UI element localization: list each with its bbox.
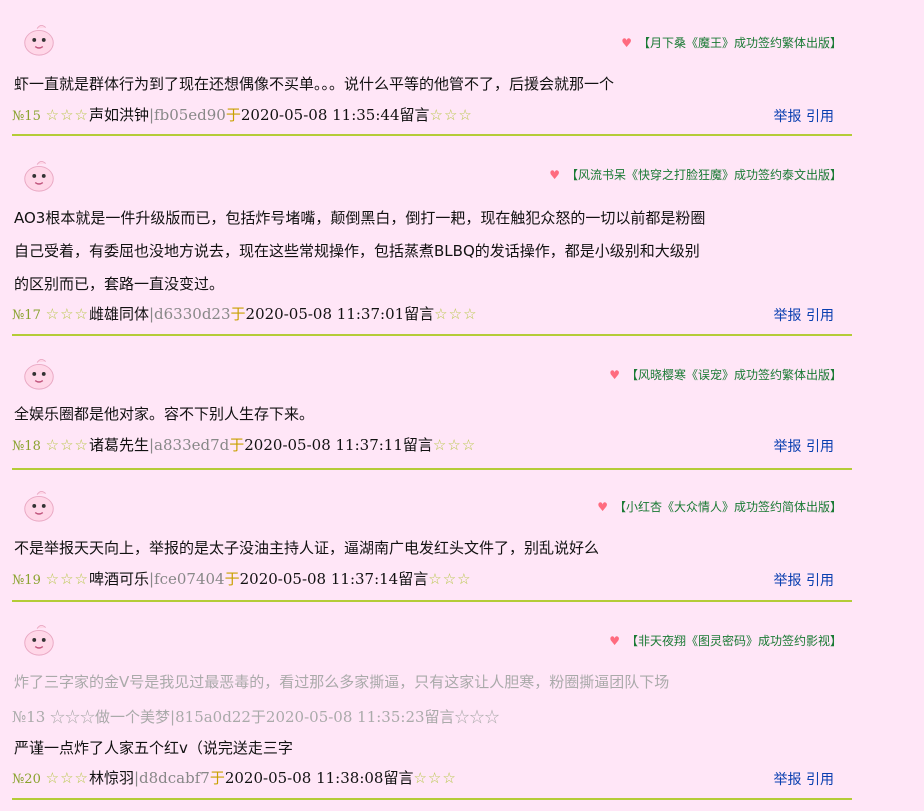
report-link[interactable]: 举报 [774, 308, 802, 324]
star-rating: ☆☆☆ [45, 305, 89, 323]
report-link[interactable]: 举报 [774, 109, 802, 125]
comment-meta: №19 ☆☆☆啤酒可乐|fce07404于2020-05-08 11:37:14… [12, 568, 472, 589]
comment-post: ♥ 【非天夜翔《图灵密码》成功签约影视】 炸了三字家的金V号是我见过最恶毒的，看过… [12, 602, 852, 800]
heart-icon: ♥ [597, 500, 608, 514]
author-name: 林惊羽 [88, 769, 134, 787]
star-rating: ☆☆☆ [434, 305, 478, 323]
liuyan-label: 留言 [404, 305, 435, 323]
author-name: 声如洪钟 [88, 106, 149, 124]
promo-link[interactable]: ♥ 【月下桑《魔王》成功签约繁体出版】 [621, 34, 842, 51]
report-link[interactable]: 举报 [774, 439, 802, 455]
comment-post: ♥ 【风晓樱寒《误宠》成功签约繁体出版】 全娱乐圈都是他对家。容不下别人生存下来。… [12, 336, 852, 470]
author-hash: |fb05ed90 [148, 106, 226, 124]
quote-link[interactable]: 引用 [806, 439, 834, 455]
yu-label: 于 [225, 106, 241, 124]
heart-icon: ♥ [621, 36, 632, 50]
floor-number: №20 [12, 772, 41, 787]
comment-meta: №15 ☆☆☆声如洪钟|fb05ed90于2020-05-08 11:35:44… [12, 104, 473, 125]
promo-link[interactable]: ♥ 【小红杏《大众情人》成功签约简体出版】 [597, 498, 842, 515]
quote-link[interactable]: 引用 [806, 573, 834, 589]
comment-text: 自己受着，有委屈也没地方说去，现在这些常规操作，包括蒸煮BLBQ的发话操作，都是… [14, 242, 700, 260]
timestamp: 2020-05-08 11:38:08 [224, 769, 384, 787]
floor-number: №19 [12, 573, 41, 588]
quoted-text: 炸了三字家的金V号是我见过最恶毒的，看过那么多家撕逼，只有这家让人胆寒，粉圈撕逼… [14, 673, 670, 691]
heart-icon: ♥ [549, 168, 560, 182]
quote-link[interactable]: 引用 [806, 308, 834, 324]
yu-label: 于 [229, 436, 245, 454]
avatar [24, 24, 54, 56]
heart-icon: ♥ [609, 634, 620, 648]
comment-actions: 举报 引用 [774, 436, 834, 456]
author-hash: |a833ed7d [148, 436, 230, 454]
author-name: 诸葛先生 [88, 436, 149, 454]
timestamp: 2020-05-08 11:37:01 [245, 305, 405, 323]
quote-link[interactable]: 引用 [806, 109, 834, 125]
comment-post: ♥ 【月下桑《魔王》成功签约繁体出版】 虾一直就是群体行为到了现在还想偶像不买单。… [12, 0, 852, 136]
comment-actions: 举报 引用 [774, 305, 834, 325]
floor-number: №15 [12, 109, 41, 124]
report-link[interactable]: 举报 [774, 573, 802, 589]
comment-actions: 举报 引用 [774, 106, 834, 126]
star-rating: ☆☆☆ [45, 570, 89, 588]
star-rating: ☆☆☆ [45, 769, 89, 787]
avatar [24, 490, 54, 522]
comment-actions: 举报 引用 [774, 769, 834, 789]
comment-text: 全娱乐圈都是他对家。容不下别人生存下来。 [14, 405, 315, 423]
timestamp: 2020-05-08 11:35:44 [240, 106, 400, 124]
avatar [24, 160, 54, 192]
yu-label: 于 [224, 570, 240, 588]
liuyan-label: 留言 [398, 570, 429, 588]
star-rating: ☆☆☆ [45, 106, 89, 124]
comment-post: ♥ 【小红杏《大众情人》成功签约简体出版】 不是举报天天向上，举报的是太子没油主持… [12, 470, 852, 602]
comment-text: 严谨一点炸了人家五个红v（说完送走三字 [14, 739, 293, 757]
star-rating: ☆☆☆ [432, 436, 477, 454]
comment-meta: №20 ☆☆☆林惊羽|d8dcabf7于2020-05-08 11:38:08留… [12, 767, 457, 788]
star-rating: ☆☆☆ [428, 570, 472, 588]
comment-text: 不是举报天天向上，举报的是太子没油主持人证，逼湖南广电发红头文件了，别乱说好么 [14, 539, 600, 557]
timestamp: 2020-05-08 11:37:14 [239, 570, 399, 588]
promo-link[interactable]: ♥ 【风流书呆《快穿之打脸狂魔》成功签约泰文出版】 [549, 166, 842, 183]
star-rating: ☆☆☆ [45, 436, 89, 454]
author-hash: |d8dcabf7 [133, 769, 210, 787]
report-link[interactable]: 举报 [774, 772, 802, 788]
author-hash: |d6330d23 [148, 305, 231, 323]
star-rating: ☆☆☆ [429, 106, 473, 124]
author-hash: |fce07404 [148, 570, 225, 588]
author-name: 啤酒可乐 [88, 570, 149, 588]
comment-text: 的区别而已，套路一直没变过。 [14, 275, 225, 293]
comment-meta: №17 ☆☆☆雌雄同体|d6330d23于2020-05-08 11:37:01… [12, 303, 478, 324]
liuyan-label: 留言 [399, 106, 430, 124]
quoted-meta: №13 ☆☆☆做一个美梦|815a0d22于2020-05-08 11:35:2… [12, 708, 500, 726]
floor-number: №18 [12, 439, 41, 454]
star-rating: ☆☆☆ [413, 769, 457, 787]
liuyan-label: 留言 [383, 769, 414, 787]
promo-link[interactable]: ♥ 【非天夜翔《图灵密码》成功签约影视】 [609, 632, 842, 649]
quote-link[interactable]: 引用 [806, 772, 834, 788]
heart-icon: ♥ [609, 368, 620, 382]
comment-text: 虾一直就是群体行为到了现在还想偶像不买单。。。说什么平等的他管不了，后援会就那一… [14, 75, 615, 93]
floor-number: №17 [12, 308, 41, 323]
author-name: 雌雄同体 [88, 305, 149, 323]
yu-label: 于 [209, 769, 225, 787]
comment-actions: 举报 引用 [774, 570, 834, 590]
yu-label: 于 [230, 305, 246, 323]
timestamp: 2020-05-08 11:37:11 [244, 436, 403, 454]
avatar [24, 624, 54, 656]
comment-meta: №18 ☆☆☆诸葛先生|a833ed7d于2020-05-08 11:37:11… [12, 434, 476, 455]
liuyan-label: 留言 [402, 436, 433, 454]
comment-post: ♥ 【风流书呆《快穿之打脸狂魔》成功签约泰文出版】 AO3根本就是一件升级版而已，… [12, 136, 852, 336]
comment-text: AO3根本就是一件升级版而已，包括炸号堵嘴，颠倒黑白，倒打一耙，现在触犯众怒的一… [14, 209, 706, 227]
avatar [24, 358, 54, 390]
promo-link[interactable]: ♥ 【风晓樱寒《误宠》成功签约繁体出版】 [609, 366, 842, 383]
